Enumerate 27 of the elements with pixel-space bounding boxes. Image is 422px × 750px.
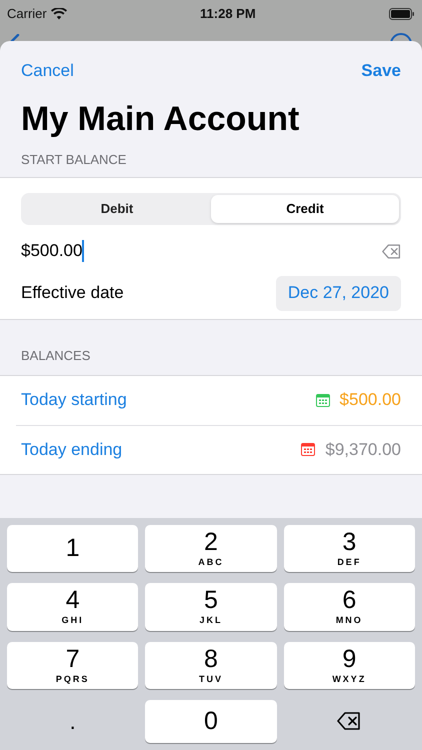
keypad-key[interactable]: 7 PQRS [7,642,138,689]
keypad-key[interactable]: 1 [7,525,138,572]
date-button[interactable]: Dec 27, 2020 [276,276,401,310]
keypad-key[interactable]: 2 ABC [145,525,277,572]
keypad-key[interactable]: 4 GHI [7,583,138,630]
section-header: BALANCES [20,347,92,365]
balance-link[interactable]: Today ending [21,436,122,462]
keypad-key[interactable]: 0 [145,700,277,743]
carrier-label: Carrier [7,4,47,23]
cancel-button[interactable]: Cancel [21,58,74,84]
amount-field[interactable]: $500.00 [21,238,84,264]
keypad-key[interactable]: 6 MNO [284,583,415,630]
section-header: START BALANCE [20,150,128,168]
keypad-key[interactable]: . [7,700,138,743]
keypad-key[interactable]: 9 WXYZ [284,642,415,689]
sheet-title: My Main Account [20,98,300,140]
clock-time: 11:28 PM [200,4,256,23]
balance-amount: $500.00 [340,389,401,412]
segment-tab[interactable]: Credit [211,195,399,223]
segment-tab[interactable]: Debit [23,195,211,223]
keypad-key[interactable]: 5 JKL [145,583,277,630]
effective-date-label: Effective date [21,282,124,304]
save-button[interactable]: Save [361,58,401,84]
keypad-key[interactable]: 8 TUV [145,642,277,689]
keypad-key[interactable]: 3 DEF [284,525,415,572]
balance-amount: $9,370.00 [325,438,401,461]
balance-link[interactable]: Today starting [21,387,127,413]
